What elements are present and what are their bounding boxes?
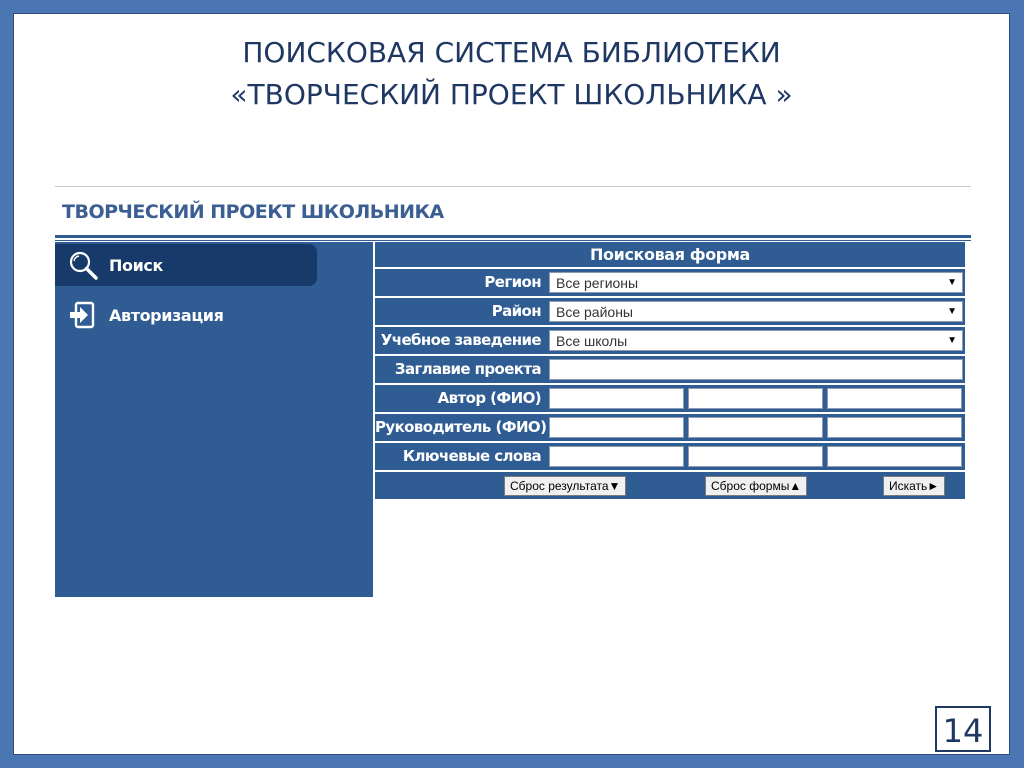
school-label: Учебное заведение — [375, 327, 547, 354]
sidebar: Поиск Авторизация — [55, 242, 373, 597]
search-button[interactable]: Искать► — [883, 476, 946, 496]
search-form: Поисковая форма Регион Все регионы ▼ Рай… — [375, 242, 965, 499]
library-search-app: ТВОРЧЕСКИЙ ПРОЕКТ ШКОЛЬНИКА Поиск Автори… — [55, 186, 971, 597]
region-select-value: Все регионы — [556, 274, 639, 291]
reset-results-button[interactable]: Сброс результата▼ — [504, 476, 627, 496]
supervisor-firstname-input[interactable] — [688, 417, 823, 438]
divider — [55, 235, 971, 238]
page-number: 14 — [935, 706, 991, 752]
form-row-supervisor: Руководитель (ФИО) — [375, 414, 965, 441]
login-icon — [65, 297, 101, 333]
slide-title: ПОИСКОВАЯ СИСТЕМА БИБЛИОТЕКИ «ТВОРЧЕСКИЙ… — [14, 32, 1009, 116]
sidebar-item-authorization[interactable]: Авторизация — [55, 294, 317, 336]
search-icon — [65, 247, 101, 283]
region-label: Регион — [375, 269, 547, 296]
divider — [55, 186, 971, 187]
form-row-author: Автор (ФИО) — [375, 385, 965, 412]
dropdown-arrow-icon: ▼ — [947, 306, 957, 317]
author-label: Автор (ФИО) — [375, 385, 547, 412]
form-row-district: Район Все районы ▼ — [375, 298, 965, 325]
keywords-label: Ключевые слова — [375, 443, 547, 470]
keyword-input-3[interactable] — [827, 446, 962, 467]
keyword-input-2[interactable] — [688, 446, 823, 467]
reset-form-button[interactable]: Сброс формы▲ — [705, 476, 808, 496]
district-label: Район — [375, 298, 547, 325]
slide-title-line2: «ТВОРЧЕСКИЙ ПРОЕКТ ШКОЛЬНИКА » — [230, 78, 793, 111]
district-select-value: Все районы — [556, 303, 633, 320]
search-form-header: Поисковая форма — [375, 242, 965, 267]
dropdown-arrow-icon: ▼ — [947, 277, 957, 288]
form-row-region: Регион Все регионы ▼ — [375, 269, 965, 296]
form-buttons: Сброс результата▼ Сброс формы▲ Искать► — [375, 472, 965, 499]
district-select[interactable]: Все районы ▼ — [549, 301, 963, 322]
form-row-project-title: Заглавие проекта — [375, 356, 965, 383]
slide: ПОИСКОВАЯ СИСТЕМА БИБЛИОТЕКИ «ТВОРЧЕСКИЙ… — [13, 13, 1010, 755]
slide-title-line1: ПОИСКОВАЯ СИСТЕМА БИБЛИОТЕКИ — [242, 36, 781, 69]
supervisor-lastname-input[interactable] — [549, 417, 684, 438]
project-title-label: Заглавие проекта — [375, 356, 547, 383]
sidebar-item-label: Поиск — [109, 255, 163, 275]
form-row-school: Учебное заведение Все школы ▼ — [375, 327, 965, 354]
form-row-keywords: Ключевые слова — [375, 443, 965, 470]
school-select[interactable]: Все школы ▼ — [549, 330, 963, 351]
author-lastname-input[interactable] — [549, 388, 684, 409]
sidebar-item-label: Авторизация — [109, 305, 224, 325]
author-firstname-input[interactable] — [688, 388, 823, 409]
school-select-value: Все школы — [556, 332, 628, 349]
keyword-input-1[interactable] — [549, 446, 684, 467]
dropdown-arrow-icon: ▼ — [947, 335, 957, 346]
supervisor-middlename-input[interactable] — [827, 417, 962, 438]
divider — [55, 240, 971, 241]
project-title-input[interactable] — [549, 359, 963, 380]
sidebar-item-search[interactable]: Поиск — [55, 244, 317, 286]
site-title: ТВОРЧЕСКИЙ ПРОЕКТ ШКОЛЬНИКА — [62, 201, 444, 223]
region-select[interactable]: Все регионы ▼ — [549, 272, 963, 293]
author-middlename-input[interactable] — [827, 388, 962, 409]
supervisor-label: Руководитель (ФИО) — [375, 414, 547, 441]
